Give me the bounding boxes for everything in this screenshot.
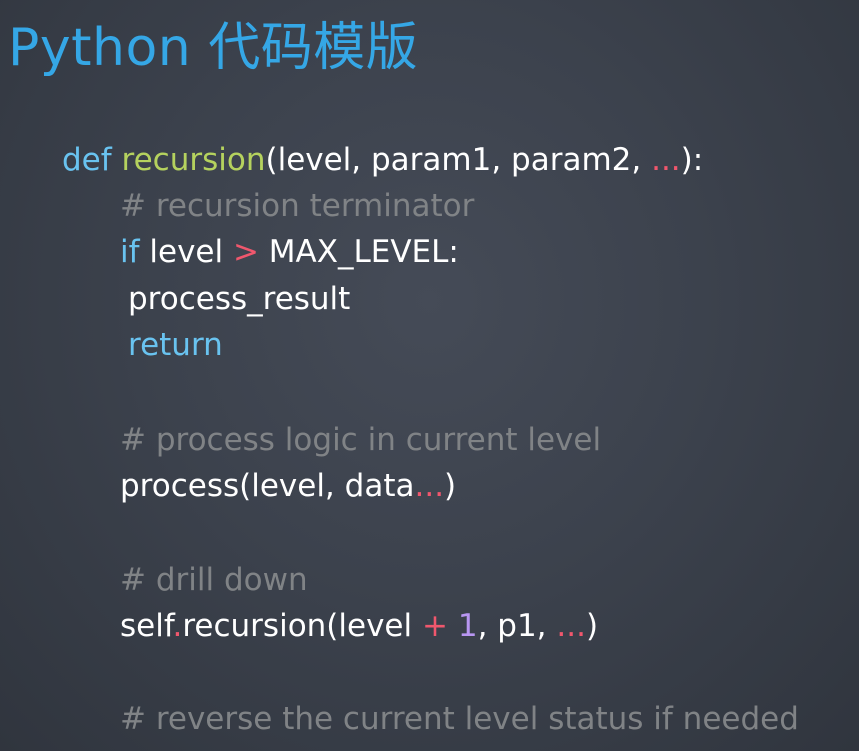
def-close: ): xyxy=(680,142,704,178)
process-result-call: process_result xyxy=(128,281,351,317)
process-call: process(level, data xyxy=(120,468,415,504)
code-line-recursive-call: self.recursion(level + 1, p1, ...) xyxy=(120,611,598,642)
recursion-close: ) xyxy=(585,608,599,644)
comment-drill-down: # drill down xyxy=(120,562,308,598)
if-variable: level xyxy=(139,234,233,270)
recursion-args: , p1, xyxy=(477,608,557,644)
return-keyword: return xyxy=(128,327,223,363)
greater-than-operator: > xyxy=(232,234,259,270)
self-reference: self xyxy=(120,608,173,644)
code-line-if: if level > MAX_LEVEL: xyxy=(120,237,459,268)
function-name: recursion xyxy=(121,142,266,178)
function-params: (level, param1, param2, xyxy=(265,142,652,178)
code-line-process: process(level, data...) xyxy=(120,471,456,502)
if-keyword: if xyxy=(120,234,140,270)
process-close: ) xyxy=(444,468,457,504)
recursion-call: recursion(level xyxy=(182,608,422,644)
max-level-constant: MAX_LEVEL: xyxy=(258,234,459,270)
comment-reverse-status: # reverse the current level status if ne… xyxy=(120,701,799,737)
process-ellipsis: ... xyxy=(414,468,445,504)
code-line-def: def recursion(level, param1, param2, ...… xyxy=(62,145,703,176)
comment-process-logic: # process logic in current level xyxy=(120,422,602,458)
code-block: def recursion(level, param1, param2, ...… xyxy=(0,0,859,751)
plus-space xyxy=(448,608,458,644)
attribute-dot: . xyxy=(172,608,183,644)
number-one: 1 xyxy=(457,608,478,644)
recursion-ellipsis: ... xyxy=(556,608,586,644)
plus-operator: + xyxy=(421,608,448,644)
params-ellipsis: ... xyxy=(651,142,681,178)
comment-terminator: # recursion terminator xyxy=(120,188,475,224)
def-keyword: def xyxy=(62,142,112,178)
